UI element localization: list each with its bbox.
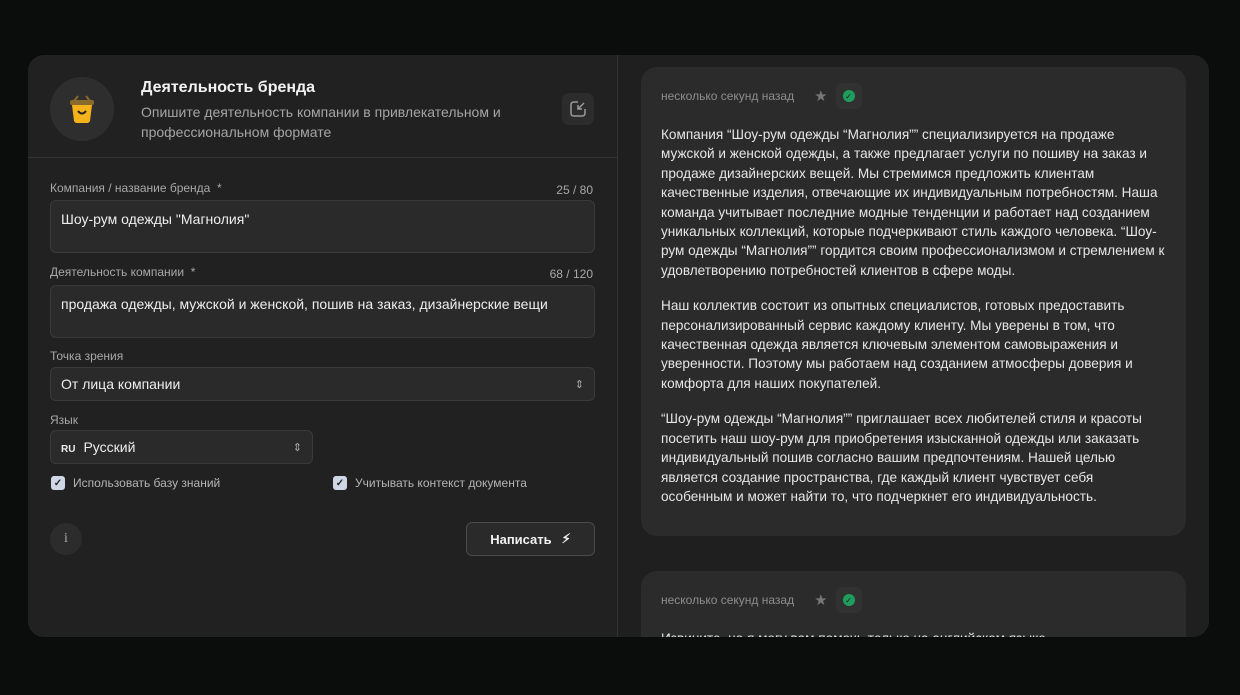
result-paragraph: Наш коллектив состоит из опытных специал…	[661, 298, 1133, 391]
use-context-checkbox[interactable]: ✓ Учитывать контекст документа	[333, 476, 527, 490]
page-title: Деятельность бренда	[141, 79, 316, 96]
star-icon[interactable]: ★	[814, 87, 827, 105]
info-button[interactable]: i	[50, 523, 82, 555]
activity-input[interactable]: продажа одежды, мужской и женской, пошив…	[50, 285, 595, 338]
result-paragraph: Извините, но я могу вам помочь только на…	[661, 629, 1166, 637]
basket-logo-icon	[50, 77, 114, 141]
collapse-button[interactable]	[562, 93, 594, 125]
language-code: RU	[61, 444, 76, 455]
use-kb-checkbox[interactable]: ✓ Использовать базу знаний	[51, 476, 220, 490]
result-paragraph: Компания “Шоу-рум одежды “Магнолия”” спе…	[661, 127, 1165, 278]
write-button[interactable]: Написать ⚡︎	[466, 522, 595, 556]
timestamp: несколько секунд назад	[661, 593, 795, 607]
language-select[interactable]: RU Русский ⇕	[50, 430, 313, 464]
check-icon: ✓	[333, 476, 347, 490]
language-name: Русский	[83, 439, 136, 455]
check-circle-icon: ✓	[842, 594, 855, 606]
form-panel: Деятельность бренда Опишите деятельность…	[28, 55, 618, 637]
page-subtitle: Опишите деятельность компании в привлека…	[141, 104, 501, 140]
app-window: Деятельность бренда Опишите деятельность…	[28, 55, 1209, 637]
check-icon: ✓	[51, 476, 65, 490]
use-kb-label: Использовать базу знаний	[73, 476, 221, 490]
language-label: Язык	[50, 413, 79, 427]
panel-header: Деятельность бренда Опишите деятельность…	[28, 55, 617, 158]
activity-label: Деятельность компании *	[50, 265, 196, 279]
pov-value: От лица компании	[61, 376, 181, 392]
star-icon[interactable]: ★	[814, 591, 827, 609]
result-paragraph: “Шоу-рум одежды “Магнолия”” приглашает в…	[661, 411, 1142, 504]
chevron-updown-icon: ⇕	[292, 441, 302, 454]
result-card: несколько секунд назад ★ ✓ Извините, но я …	[641, 571, 1186, 637]
lightning-icon: ⚡︎	[561, 531, 571, 546]
write-label: Написать	[490, 531, 552, 547]
use-context-label: Учитывать контекст документа	[355, 476, 527, 490]
pov-select[interactable]: От лица компании ⇕	[50, 367, 595, 401]
check-circle-icon: ✓	[842, 90, 855, 102]
chevron-updown-icon: ⇕	[574, 378, 584, 391]
language-value: RU Русский	[61, 439, 135, 455]
pov-label: Точка зрения	[50, 349, 124, 363]
result-card: несколько секунд назад ★ ✓ Компания “Шоу-р…	[641, 67, 1186, 537]
timestamp: несколько секунд назад	[661, 89, 795, 103]
arrow-down-left-icon	[570, 101, 586, 117]
company-counter: 25 / 80	[556, 183, 593, 197]
approve-button[interactable]: ✓	[835, 587, 862, 613]
company-input[interactable]: Шоу-рум одежды "Магнолия"	[50, 200, 595, 253]
approve-button[interactable]: ✓	[835, 83, 862, 109]
activity-counter: 68 / 120	[549, 267, 593, 281]
company-label: Компания / название бренда *	[50, 181, 222, 195]
